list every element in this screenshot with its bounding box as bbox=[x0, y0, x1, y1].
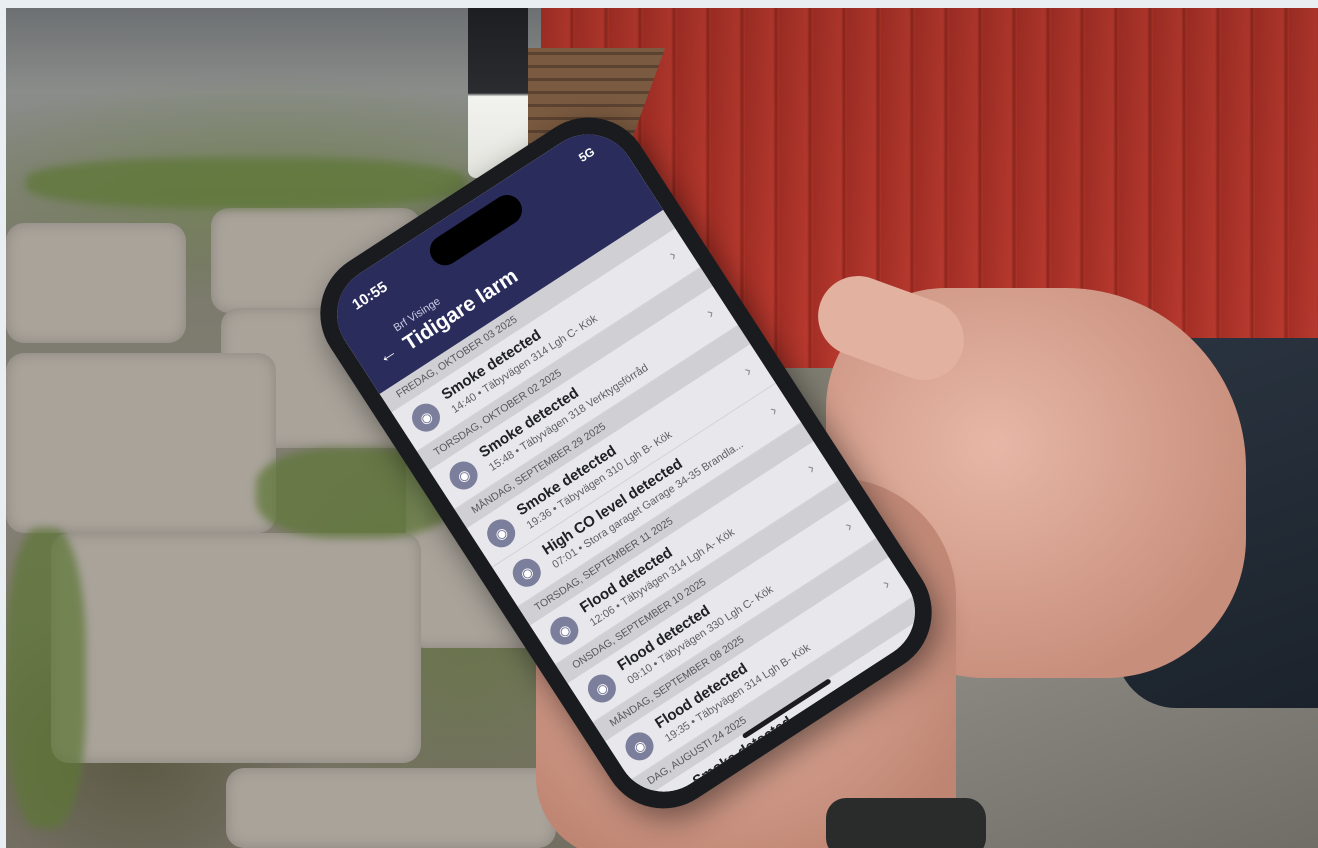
chevron-right-icon: › bbox=[766, 402, 781, 420]
moss bbox=[6, 528, 86, 828]
chevron-right-icon: › bbox=[879, 575, 894, 593]
status-network: 5G bbox=[576, 144, 598, 165]
chevron-right-icon: › bbox=[841, 517, 856, 535]
chevron-right-icon: › bbox=[703, 304, 718, 322]
chevron-right-icon: › bbox=[666, 246, 680, 265]
left-cuff bbox=[826, 798, 986, 848]
alarm-icon: ◉ bbox=[481, 513, 521, 553]
moss bbox=[26, 158, 466, 208]
chevron-right-icon: › bbox=[804, 459, 819, 478]
alarm-icon: ◉ bbox=[406, 398, 446, 437]
alarm-icon: ◉ bbox=[544, 611, 584, 650]
paving-stone bbox=[6, 353, 276, 533]
paving-stone bbox=[51, 533, 421, 763]
chevron-right-icon: › bbox=[741, 362, 755, 380]
alarm-icon: ◉ bbox=[620, 726, 659, 766]
alarm-icon: ◉ bbox=[582, 669, 622, 708]
alarm-icon: ◉ bbox=[444, 456, 483, 495]
alarm-icon: ◉ bbox=[507, 553, 547, 593]
paving-stone bbox=[6, 223, 186, 343]
back-arrow-icon[interactable]: ← bbox=[373, 340, 402, 370]
paving-stone bbox=[226, 768, 556, 848]
status-time: 10:55 bbox=[349, 278, 391, 314]
photo: 10:55 5G ← Brf Visinge Tidigare larm FRE… bbox=[6, 8, 1318, 848]
